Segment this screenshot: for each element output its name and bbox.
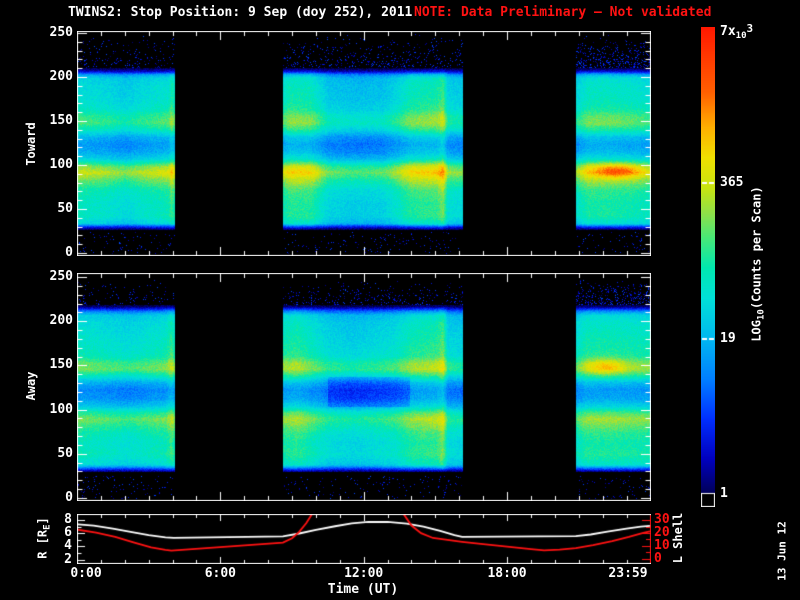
toward-ytick-label: 150 (49, 113, 73, 128)
toward-ytick-label: 200 (49, 69, 73, 84)
orbit-line-plot-canvas (77, 514, 651, 564)
xtick-label: 18:00 (487, 566, 527, 581)
r-ytick-label: 8 (64, 512, 72, 527)
away-axis-label: Away (24, 371, 38, 401)
toward-ytick-label: 0 (65, 245, 73, 260)
r-ytick-label: 4 (64, 538, 72, 554)
toward-ytick-label: 250 (49, 25, 73, 40)
colorbar-tick-label: 1 (720, 486, 728, 501)
colorbar (701, 27, 715, 507)
colorbar-tick-label: 19 (720, 331, 736, 346)
toward-spectrogram-canvas (77, 31, 651, 256)
xtick-label: 6:00 (204, 566, 236, 581)
away-ytick-label: 150 (49, 357, 73, 373)
away-ytick-label: 50 (57, 445, 73, 461)
lshell-ytick-label: 30 (654, 512, 670, 528)
r-ytick-label: 6 (64, 525, 72, 541)
away-ytick-label: 100 (49, 401, 73, 417)
away-ytick-label: 250 (49, 269, 73, 284)
xtick-label: 12:00 (344, 566, 384, 581)
colorbar-axis-label: LOG10(Counts per Scan) (749, 186, 767, 342)
colorbar-max-label: 7x103 (720, 22, 754, 41)
page-title: TWINS2: Stop Position: 9 Sep (doy 252), … (68, 5, 413, 20)
xtick-label: 0:00 (70, 566, 102, 581)
away-ytick-label: 200 (49, 313, 73, 329)
toward-ytick-label: 50 (57, 201, 73, 216)
away-ytick-label: 0 (65, 490, 73, 505)
twins2-spectrogram-screen: TWINS2: Stop Position: 9 Sep (doy 252), … (0, 0, 800, 600)
plot-datestamp: 13 Jun 12 (775, 521, 789, 581)
xaxis-title: Time (UT) (327, 582, 399, 597)
xtick-label: 23:59 (608, 566, 648, 581)
r-ytick-label: 2 (64, 551, 72, 567)
away-spectrogram-canvas (77, 273, 651, 501)
toward-ytick-label: 100 (49, 157, 73, 172)
colorbar-tick-label: 365 (720, 175, 744, 190)
preliminary-warning: NOTE: Data Preliminary — Not validated (414, 5, 712, 20)
